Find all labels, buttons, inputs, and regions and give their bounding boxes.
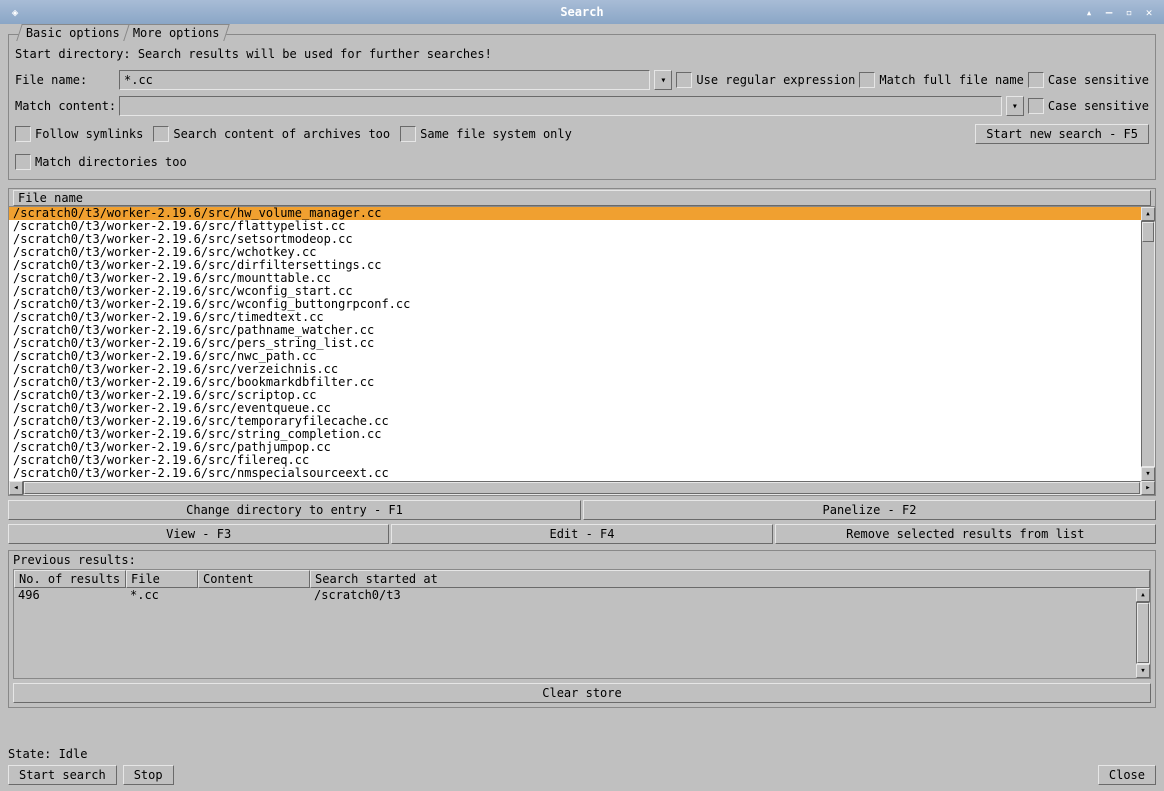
search-archives-label: Search content of archives too bbox=[173, 127, 390, 141]
prev-col-no-of-results[interactable]: No. of results bbox=[14, 570, 126, 588]
use-regex-checkbox[interactable] bbox=[676, 72, 692, 88]
scroll-left-icon[interactable]: ◂ bbox=[9, 481, 23, 495]
keep-above-icon[interactable]: ▴ bbox=[1080, 3, 1098, 21]
result-row[interactable]: /scratch0/t3/worker-2.19.6/src/nmspecial… bbox=[9, 467, 1141, 480]
start-new-search-button[interactable]: Start new search - F5 bbox=[975, 124, 1149, 144]
close-button[interactable]: Close bbox=[1098, 765, 1156, 785]
close-icon[interactable]: ✕ bbox=[1140, 3, 1158, 21]
match-full-checkbox[interactable] bbox=[859, 72, 875, 88]
window-title: Search bbox=[90, 5, 1074, 19]
edit-button[interactable]: Edit - F4 bbox=[391, 524, 772, 544]
same-filesystem-label: Same file system only bbox=[420, 127, 572, 141]
change-directory-button[interactable]: Change directory to entry - F1 bbox=[8, 500, 581, 520]
previous-results-list[interactable]: 496*.cc/scratch0/t3 bbox=[14, 588, 1136, 678]
use-regex-label: Use regular expression bbox=[696, 73, 855, 87]
maximize-icon[interactable]: ▫ bbox=[1120, 3, 1138, 21]
case-sensitive-name-label: Case sensitive bbox=[1048, 73, 1149, 87]
scroll-up-icon[interactable]: ▴ bbox=[1141, 207, 1155, 221]
match-content-dropdown[interactable]: ▾ bbox=[1006, 96, 1024, 116]
follow-symlinks-label: Follow symlinks bbox=[35, 127, 143, 141]
results-list[interactable]: /scratch0/t3/worker-2.19.6/src/hw_volume… bbox=[9, 207, 1141, 481]
prev-col-file-name[interactable]: File name bbox=[126, 570, 198, 588]
window-menu-icon[interactable]: ◈ bbox=[6, 3, 24, 21]
title-bar: ◈ Search ▴ – ▫ ✕ bbox=[0, 0, 1164, 24]
start-directory-label: Start directory: Search results will be … bbox=[15, 47, 492, 61]
results-column-header[interactable]: File name bbox=[13, 190, 1151, 206]
case-sensitive-content-checkbox[interactable] bbox=[1028, 98, 1044, 114]
scroll-down-icon[interactable]: ▾ bbox=[1136, 664, 1150, 678]
stop-button[interactable]: Stop bbox=[123, 765, 174, 785]
prev-vertical-scrollbar[interactable]: ▴ ▾ bbox=[1136, 588, 1150, 678]
match-content-input[interactable] bbox=[119, 96, 1002, 116]
previous-results-panel: Previous results: No. of results File na… bbox=[8, 550, 1156, 708]
file-name-dropdown[interactable]: ▾ bbox=[654, 70, 672, 90]
same-filesystem-checkbox[interactable] bbox=[400, 126, 416, 142]
search-archives-checkbox[interactable] bbox=[153, 126, 169, 142]
results-horizontal-scrollbar[interactable]: ◂ ▸ bbox=[9, 481, 1155, 495]
scroll-up-icon[interactable]: ▴ bbox=[1136, 588, 1150, 602]
minimize-icon[interactable]: – bbox=[1100, 3, 1118, 21]
follow-symlinks-checkbox[interactable] bbox=[15, 126, 31, 142]
match-directories-label: Match directories too bbox=[35, 155, 187, 169]
start-search-button[interactable]: Start search bbox=[8, 765, 117, 785]
prev-col-search-started-at[interactable]: Search started at bbox=[310, 570, 1150, 588]
prev-col-content-pattern[interactable]: Content pattern bbox=[198, 570, 310, 588]
case-sensitive-name-checkbox[interactable] bbox=[1028, 72, 1044, 88]
previous-results-title: Previous results: bbox=[13, 553, 1151, 567]
file-name-label: File name: bbox=[15, 73, 115, 87]
results-panel: File name /scratch0/t3/worker-2.19.6/src… bbox=[8, 188, 1156, 496]
state-label: State: Idle bbox=[8, 747, 87, 761]
scroll-down-icon[interactable]: ▾ bbox=[1141, 467, 1155, 481]
match-directories-checkbox[interactable] bbox=[15, 154, 31, 170]
clear-store-button[interactable]: Clear store bbox=[13, 683, 1151, 703]
tab-more-options[interactable]: More options bbox=[123, 24, 229, 41]
panelize-button[interactable]: Panelize - F2 bbox=[583, 500, 1156, 520]
case-sensitive-content-label: Case sensitive bbox=[1048, 99, 1149, 113]
file-name-input[interactable] bbox=[119, 70, 650, 90]
options-panel: Basic options More options Start directo… bbox=[8, 34, 1156, 180]
match-content-label: Match content: bbox=[15, 99, 115, 113]
tab-basic-options[interactable]: Basic options bbox=[16, 24, 129, 41]
previous-result-row[interactable]: 496*.cc/scratch0/t3 bbox=[14, 588, 1136, 603]
scroll-right-icon[interactable]: ▸ bbox=[1141, 481, 1155, 495]
view-button[interactable]: View - F3 bbox=[8, 524, 389, 544]
match-full-label: Match full file name bbox=[879, 73, 1024, 87]
results-vertical-scrollbar[interactable]: ▴ ▾ bbox=[1141, 207, 1155, 481]
remove-from-list-button[interactable]: Remove selected results from list bbox=[775, 524, 1156, 544]
